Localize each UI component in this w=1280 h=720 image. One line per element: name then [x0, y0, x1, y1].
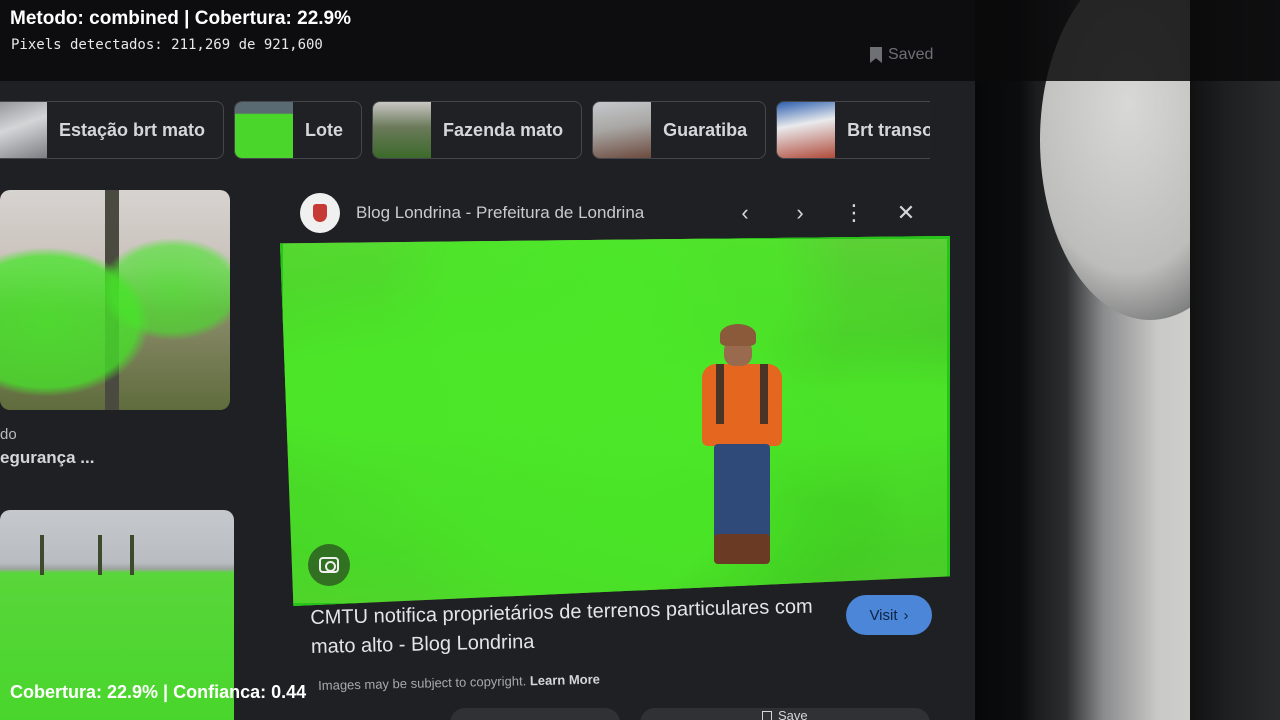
camera-icon: [319, 557, 339, 573]
visit-button[interactable]: Visit ›: [846, 595, 932, 635]
palm-tree: [98, 535, 102, 575]
saved-button[interactable]: Saved: [870, 46, 933, 64]
preview-image[interactable]: [280, 236, 950, 606]
source-avatar: [300, 193, 340, 233]
palm-tree: [40, 535, 44, 575]
mask-outline: [280, 236, 950, 606]
chip-brt-transoeste[interactable]: Brt transoeste: [776, 101, 930, 159]
chip-estacao-brt-mato[interactable]: Estação brt mato: [0, 101, 225, 159]
analysis-title: Metodo: combined | Cobertura: 22.9%: [10, 8, 352, 29]
chip-guaratiba[interactable]: Guaratiba: [592, 101, 767, 159]
bookmark-icon: [762, 710, 772, 720]
chip-thumbnail: [235, 102, 294, 158]
chip-thumbnail: [0, 102, 47, 158]
analysis-footer: Cobertura: 22.9% | Confianca: 0.44: [10, 682, 307, 702]
result-source: do: [0, 426, 17, 443]
source-name[interactable]: Blog Londrina - Prefeitura de Londrina: [356, 203, 644, 223]
chip-label: Lote: [305, 119, 344, 140]
chip-thumbnail: [373, 102, 432, 158]
vegetation-mask: [0, 190, 230, 410]
result-thumbnail[interactable]: [0, 190, 230, 410]
saved-label: Saved: [888, 46, 934, 63]
visit-label: Visit: [869, 606, 898, 624]
chevron-right-icon: ›: [903, 606, 909, 624]
chip-thumbnail: [593, 102, 652, 158]
more-vert-icon[interactable]: ⋮: [837, 196, 871, 230]
copyright-notice: Images may be subject to copyright. Lear…: [318, 672, 600, 693]
result-title[interactable]: CMTU notifica proprietários de terrenos …: [310, 592, 831, 662]
save-label: Save: [778, 708, 808, 720]
browser-screen: Estação brt mato Lote Fazenda mato Guara…: [0, 0, 975, 720]
bookmark-icon: [870, 47, 882, 63]
palm-tree: [130, 535, 134, 575]
analysis-pixel-count: Pixels detectados: 211,269 de 921,600: [11, 37, 323, 53]
chip-lote[interactable]: Lote: [234, 101, 363, 159]
learn-more-link[interactable]: Learn More: [530, 672, 600, 689]
chip-label: Guaratiba: [663, 119, 748, 140]
chevron-right-icon[interactable]: ›: [783, 196, 817, 230]
viewer-header: Blog Londrina - Prefeitura de Londrina ‹…: [300, 193, 940, 233]
related-searches-bar: Estação brt mato Lote Fazenda mato Guara…: [0, 101, 930, 159]
chip-label: Fazenda mato: [443, 119, 564, 140]
chip-fazenda-mato[interactable]: Fazenda mato: [372, 101, 583, 159]
monitor-edge: [1190, 0, 1280, 720]
share-button[interactable]: [450, 708, 620, 720]
chip-thumbnail: [777, 102, 836, 158]
chip-label: Estação brt mato: [59, 119, 206, 140]
lens-search-button[interactable]: [308, 544, 350, 586]
analysis-overlay-header: Metodo: combined | Cobertura: 22.9% Pixe…: [0, 0, 1280, 81]
copyright-text: Images may be subject to copyright.: [318, 673, 527, 693]
close-icon[interactable]: ✕: [889, 196, 923, 230]
save-button-label: Save: [762, 708, 808, 720]
chevron-left-icon[interactable]: ‹: [728, 196, 762, 230]
chip-label: Brt transoeste: [847, 119, 930, 140]
result-title[interactable]: egurança ...: [0, 448, 94, 468]
crest-icon: [313, 204, 327, 222]
